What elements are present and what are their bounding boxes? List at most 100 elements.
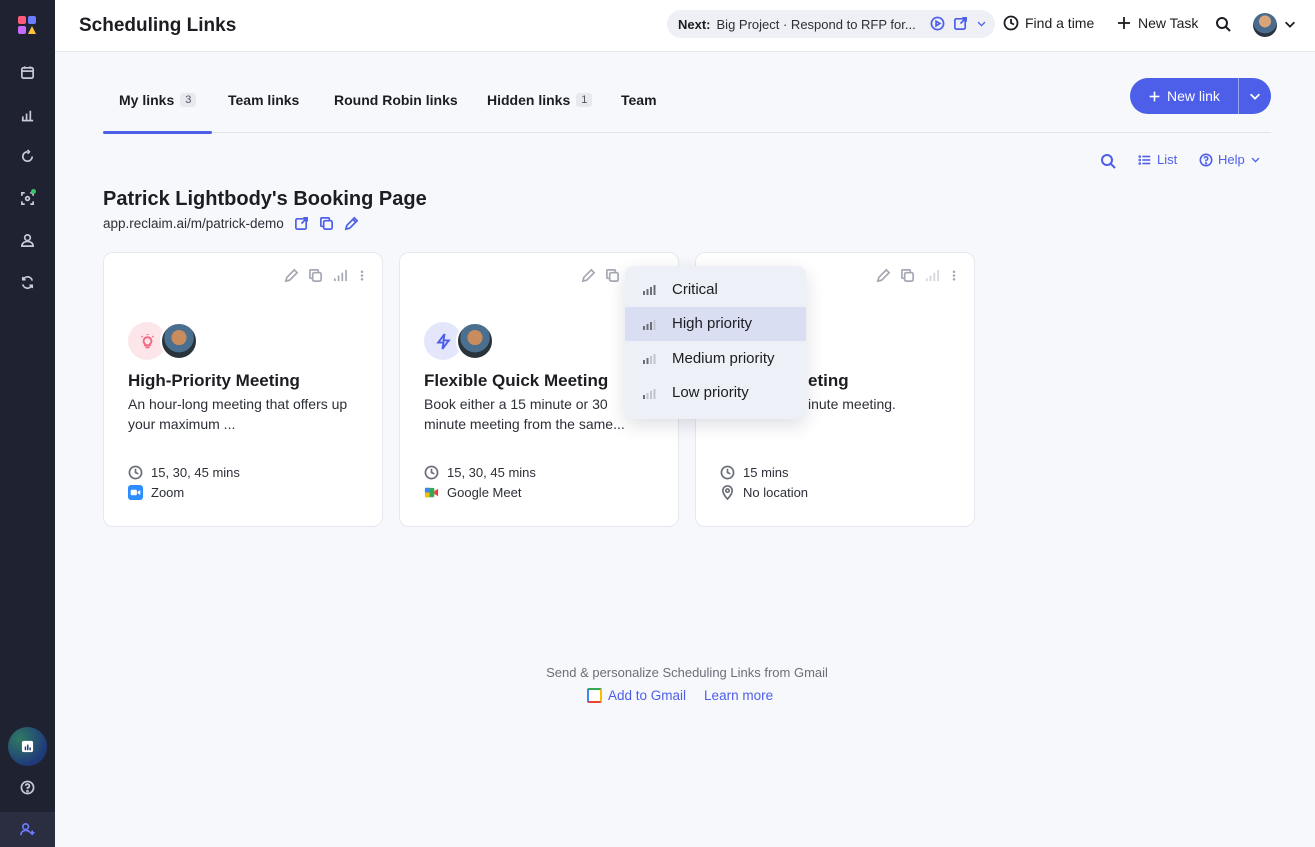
edit-icon[interactable] xyxy=(344,216,359,231)
priority-option-low[interactable]: Low priority xyxy=(625,376,806,411)
open-external-icon[interactable] xyxy=(294,216,309,231)
tab-label: Round Robin links xyxy=(334,92,458,108)
priority-icon[interactable] xyxy=(924,268,939,283)
zoom-icon xyxy=(128,485,143,500)
priority-critical-icon xyxy=(643,285,656,296)
new-task-button[interactable]: New Task xyxy=(1116,15,1198,31)
stats-widget-icon[interactable] xyxy=(8,727,47,766)
help-icon[interactable] xyxy=(17,777,37,797)
reclaim-logo-icon[interactable] xyxy=(17,15,37,35)
tab-my-links[interactable]: My links 3 xyxy=(119,92,197,108)
add-user-icon[interactable] xyxy=(17,819,37,839)
next-task-pill[interactable]: Next: Big Project · Respond to RFP for..… xyxy=(667,10,995,38)
page-title: Scheduling Links xyxy=(79,15,237,36)
edit-icon[interactable] xyxy=(284,268,299,283)
priority-label: Medium priority xyxy=(672,349,775,367)
open-external-icon[interactable] xyxy=(953,16,968,31)
copy-icon[interactable] xyxy=(308,268,323,283)
duration-text: 15, 30, 45 mins xyxy=(447,465,536,480)
priority-icon[interactable] xyxy=(332,268,347,283)
map-pin-icon xyxy=(721,485,734,500)
duration-text: 15 mins xyxy=(743,465,789,480)
tab-hidden-links[interactable]: Hidden links 1 xyxy=(487,92,593,108)
avatar xyxy=(160,322,198,360)
copy-icon[interactable] xyxy=(605,268,620,283)
gmail-links: Add to Gmail Learn more xyxy=(587,688,773,703)
more-vertical-icon[interactable] xyxy=(356,268,368,283)
edit-icon[interactable] xyxy=(876,268,891,283)
new-link-dropdown-button[interactable] xyxy=(1239,89,1271,103)
location-text: No location xyxy=(743,485,809,500)
new-task-label: New Task xyxy=(1138,15,1199,31)
booking-url-row: app.reclaim.ai/m/patrick-demo xyxy=(103,216,359,231)
card-title: High-Priority Meeting xyxy=(128,371,300,390)
sidebar xyxy=(0,0,55,847)
habits-icon[interactable] xyxy=(17,146,37,166)
card-description: Book either a 15 minute or 30 minute mee… xyxy=(424,396,625,432)
next-task-text: Big Project · Respond to RFP for... xyxy=(716,16,916,32)
next-label: Next: xyxy=(678,16,711,32)
search-links-icon[interactable] xyxy=(1100,153,1116,174)
clock-icon xyxy=(128,465,143,480)
location-row: No location xyxy=(720,485,808,500)
clock-icon xyxy=(1003,15,1019,31)
tab-label: Team links xyxy=(228,92,300,108)
duration-row: 15, 30, 45 mins xyxy=(128,465,240,480)
add-to-gmail-label: Add to Gmail xyxy=(608,688,687,703)
duration-text: 15, 30, 45 mins xyxy=(151,465,240,480)
calendar-icon[interactable] xyxy=(17,62,37,82)
help-circle-icon xyxy=(1199,153,1213,166)
location-text: Zoom xyxy=(151,485,185,500)
sync-icon[interactable] xyxy=(17,272,37,292)
find-time-label: Find a time xyxy=(1025,15,1095,31)
edit-icon[interactable] xyxy=(581,268,596,283)
list-icon xyxy=(1138,154,1151,165)
duration-row: 15 mins xyxy=(720,465,789,480)
learn-more-link[interactable]: Learn more xyxy=(704,688,773,703)
search-icon[interactable] xyxy=(1215,16,1231,37)
more-vertical-icon[interactable] xyxy=(948,268,960,283)
link-card[interactable]: High-Priority Meeting An hour-long meeti… xyxy=(103,252,383,527)
new-link-label: New link xyxy=(1167,88,1220,104)
link-tabs: My links 3 Team links Round Robin links … xyxy=(103,80,1271,134)
booking-url: app.reclaim.ai/m/patrick-demo xyxy=(103,216,284,231)
location-row: Google Meet xyxy=(424,485,521,500)
view-toggle-button[interactable]: List xyxy=(1138,152,1177,167)
gmail-promo-text: Send & personalize Scheduling Links from… xyxy=(546,665,828,680)
priority-option-high[interactable]: High priority xyxy=(625,306,806,341)
google-meet-icon xyxy=(424,485,439,500)
status-dot xyxy=(31,189,36,194)
priority-option-critical[interactable]: Critical xyxy=(625,272,806,307)
card-avatars xyxy=(128,322,208,360)
priority-option-medium[interactable]: Medium priority xyxy=(625,341,806,376)
focus-icon[interactable] xyxy=(17,188,37,208)
plus-icon xyxy=(1149,91,1160,101)
tab-team-links[interactable]: Team links xyxy=(228,92,299,108)
user-avatar[interactable] xyxy=(1253,13,1277,37)
plus-icon xyxy=(1118,17,1130,29)
copy-icon[interactable] xyxy=(900,268,915,283)
help-dropdown-button[interactable]: Help xyxy=(1199,152,1261,167)
priority-label: Low priority xyxy=(672,384,749,402)
chevron-down-icon[interactable] xyxy=(976,18,987,29)
play-icon[interactable] xyxy=(930,16,945,31)
clock-icon xyxy=(720,465,735,480)
duration-row: 15, 30, 45 mins xyxy=(424,465,536,480)
clock-icon xyxy=(424,465,439,480)
booking-page-title: Patrick Lightbody's Booking Page xyxy=(103,188,427,210)
people-icon[interactable] xyxy=(17,230,37,250)
priority-label: Critical xyxy=(672,280,718,298)
stats-icon[interactable] xyxy=(17,104,37,124)
chevron-down-icon xyxy=(1251,157,1260,163)
copy-icon[interactable] xyxy=(319,216,334,231)
view-label: List xyxy=(1157,152,1178,167)
tab-count-badge: 1 xyxy=(576,93,593,107)
add-to-gmail-link[interactable]: Add to Gmail xyxy=(587,688,686,703)
card-avatars xyxy=(424,322,504,360)
new-link-button[interactable]: New link xyxy=(1130,78,1238,114)
card-title: Flexible Quick Meeting xyxy=(424,371,609,390)
find-time-button[interactable]: Find a time xyxy=(1003,15,1094,31)
tab-team[interactable]: Team xyxy=(621,92,657,108)
tab-round-robin-links[interactable]: Round Robin links xyxy=(334,92,458,108)
chevron-down-icon[interactable] xyxy=(1283,17,1297,36)
